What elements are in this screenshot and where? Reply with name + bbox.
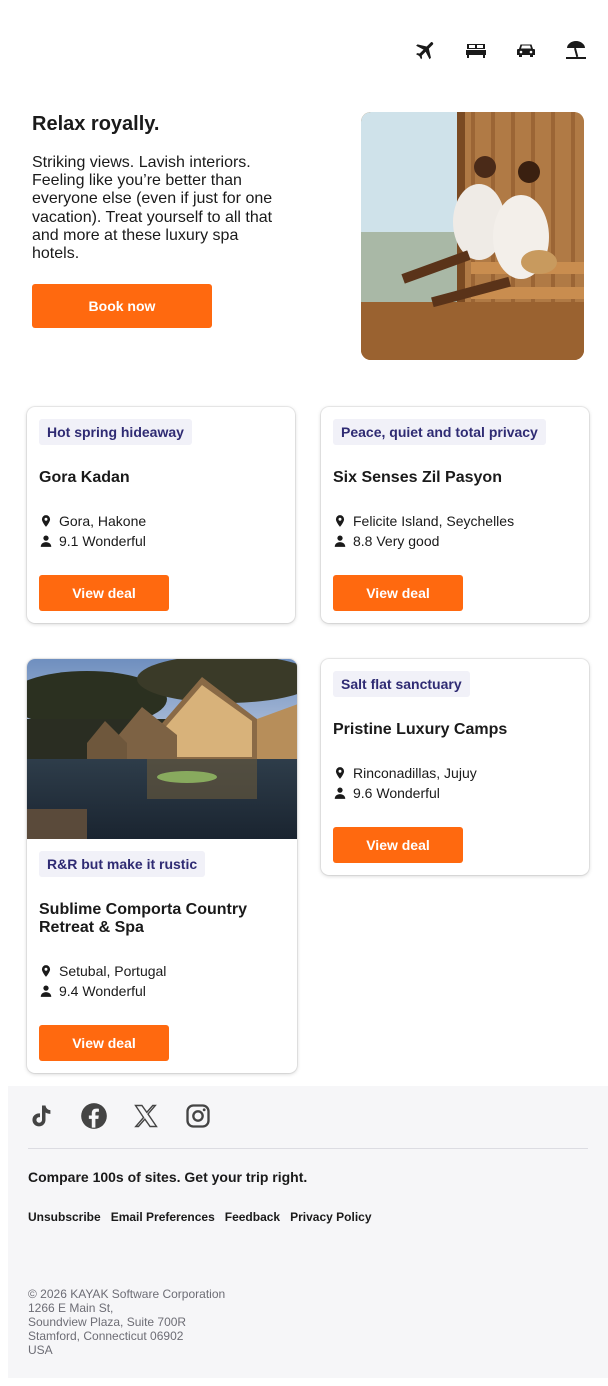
address-line: USA (28, 1343, 53, 1357)
rating-text: 9.6 Wonderful (353, 785, 440, 801)
hotel-photo[interactable] (27, 659, 297, 839)
email-preferences-link[interactable]: Email Preferences (111, 1210, 215, 1224)
hotel-bed-icon[interactable] (464, 38, 488, 62)
view-deal-button[interactable]: View deal (39, 1025, 169, 1061)
footer-tagline: Compare 100s of sites. Get your trip rig… (28, 1169, 308, 1185)
rating-text: 9.4 Wonderful (59, 983, 146, 999)
deal-card: R&R but make it rustic Sublime Comporta … (27, 659, 297, 1073)
deal-card: Hot spring hideaway Gora Kadan Gora, Hak… (27, 407, 295, 623)
footer-divider (28, 1148, 588, 1149)
address-line: Soundview Plaza, Suite 700R (28, 1315, 187, 1329)
company-address: © 2026 KAYAK Software Corporation 1266 E… (28, 1287, 225, 1357)
flight-icon[interactable] (414, 38, 438, 62)
location-text: Gora, Hakone (59, 513, 147, 529)
location-text: Felicite Island, Seychelles (353, 513, 515, 529)
location-text: Rinconadillas, Jujuy (353, 765, 477, 781)
hotel-name[interactable]: Sublime Comporta Country Retreat & Spa (39, 901, 285, 937)
address-line: 1266 E Main St, (28, 1301, 114, 1315)
facebook-icon[interactable] (80, 1102, 108, 1130)
instagram-icon[interactable] (184, 1102, 212, 1130)
copyright-line: © 2026 KAYAK Software Corporation (28, 1287, 226, 1301)
social-links (28, 1102, 212, 1130)
hero-section: Relax royally. Striking views. Lavish in… (32, 112, 584, 360)
hotel-name[interactable]: Six Senses Zil Pasyon (333, 469, 577, 487)
rating-text: 9.1 Wonderful (59, 533, 146, 549)
view-deal-button[interactable]: View deal (39, 575, 169, 611)
x-icon[interactable] (132, 1102, 160, 1130)
hotel-name[interactable]: Gora Kadan (39, 469, 283, 487)
unsubscribe-link[interactable]: Unsubscribe (28, 1210, 101, 1224)
rating-row: 9.1 Wonderful (39, 531, 146, 551)
view-deal-button[interactable]: View deal (333, 827, 463, 863)
deal-tag: Peace, quiet and total privacy (333, 419, 546, 445)
vertical-nav (414, 38, 588, 62)
book-now-button[interactable]: Book now (32, 284, 212, 328)
rating-row: 8.8 Very good (333, 531, 439, 551)
person-icon (334, 787, 346, 799)
hero-title: Relax royally. (32, 113, 160, 135)
hero-description: Striking views. Lavish interiors. Feelin… (32, 154, 273, 263)
address-line: Stamford, Connecticut 06902 (28, 1329, 184, 1343)
tiktok-icon[interactable] (28, 1102, 56, 1130)
deal-tag: R&R but make it rustic (39, 851, 206, 877)
location-pin-icon (335, 767, 345, 779)
location-pin-icon (41, 965, 51, 977)
location-text: Setubal, Portugal (59, 963, 167, 979)
hotel-name[interactable]: Pristine Luxury Camps (333, 721, 577, 739)
location-row: Rinconadillas, Jujuy (333, 763, 477, 783)
location-row: Gora, Hakone (39, 511, 146, 531)
rating-text: 8.8 Very good (353, 533, 440, 549)
beach-umbrella-icon[interactable] (564, 38, 588, 62)
feedback-link[interactable]: Feedback (225, 1210, 280, 1224)
person-icon (40, 985, 52, 997)
deal-tag: Salt flat sanctuary (333, 671, 470, 697)
location-row: Felicite Island, Seychelles (333, 511, 514, 531)
rating-row: 9.4 Wonderful (39, 981, 146, 1001)
car-icon[interactable] (514, 38, 538, 62)
footer: Compare 100s of sites. Get your trip rig… (8, 1086, 608, 1378)
person-icon (40, 535, 52, 547)
location-pin-icon (41, 515, 51, 527)
deal-card: Salt flat sanctuary Pristine Luxury Camp… (321, 659, 589, 875)
person-icon (334, 535, 346, 547)
rating-row: 9.6 Wonderful (333, 783, 440, 803)
deal-tag: Hot spring hideaway (39, 419, 192, 445)
footer-links: Unsubscribe Email Preferences Feedback P… (28, 1210, 372, 1224)
privacy-policy-link[interactable]: Privacy Policy (290, 1210, 371, 1224)
hero-sauna-image[interactable] (361, 112, 584, 360)
view-deal-button[interactable]: View deal (333, 575, 463, 611)
deal-card: Peace, quiet and total privacy Six Sense… (321, 407, 589, 623)
location-pin-icon (335, 515, 345, 527)
location-row: Setubal, Portugal (39, 961, 166, 981)
